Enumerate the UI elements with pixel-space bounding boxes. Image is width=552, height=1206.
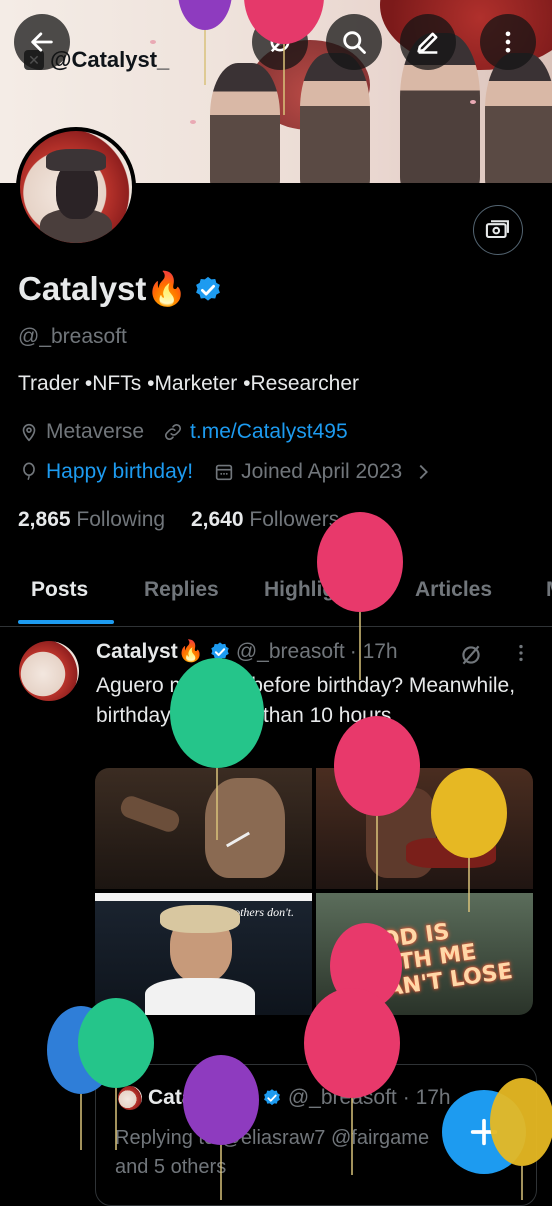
balloons-overlay <box>47 0 507 1200</box>
balloon-icon <box>490 1078 552 1200</box>
balloon-icon <box>78 998 154 1150</box>
balloon-icon <box>244 0 324 115</box>
balloon-icon <box>170 658 264 840</box>
balloon-icon <box>183 1055 259 1200</box>
balloon-icon <box>304 988 400 1175</box>
balloon-icon <box>317 512 403 680</box>
balloon-icon <box>334 716 420 890</box>
balloon-icon <box>178 0 232 85</box>
balloon-icon <box>431 768 507 912</box>
